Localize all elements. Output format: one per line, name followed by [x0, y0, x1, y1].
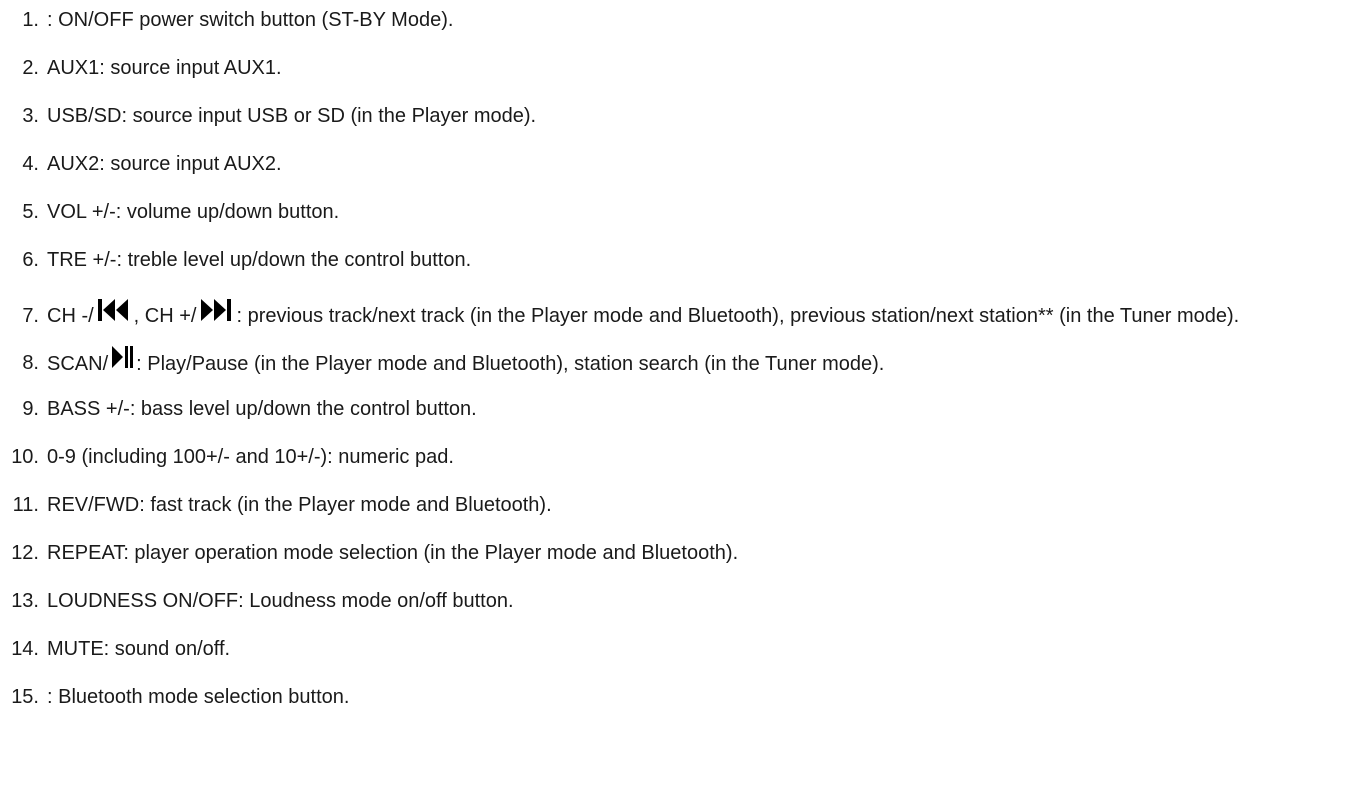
item-text-part: : Play/Pause (in the Player mode and Blu…	[136, 353, 885, 375]
item-number: 9.	[22, 398, 39, 420]
previous-track-icon	[96, 298, 132, 322]
item-text-part: , CH +/	[133, 305, 197, 327]
list-item: 14. MUTE: sound on/off.	[0, 635, 1348, 663]
item-text: : ON/OFF power switch button (ST-BY Mode…	[47, 9, 454, 31]
item-text: VOL +/-: volume up/down button.	[47, 201, 340, 223]
list-item: 13. LOUDNESS ON/OFF: Loudness mode on/of…	[0, 587, 1348, 615]
item-text: LOUDNESS ON/OFF: Loudness mode on/off bu…	[47, 590, 514, 612]
item-number: 11.	[12, 494, 39, 516]
item-number: 15.	[11, 686, 39, 708]
item-text: TRE +/-: treble level up/down the contro…	[47, 249, 472, 271]
item-text: AUX2: source input AUX2.	[47, 153, 282, 175]
item-text-part: CH -/	[47, 305, 94, 327]
item-text: : Bluetooth mode selection button.	[47, 686, 350, 708]
item-number: 5.	[22, 201, 39, 223]
key-function-list: 1. : ON/OFF power switch button (ST-BY M…	[0, 6, 1348, 731]
item-text: BASS +/-: bass level up/down the control…	[47, 398, 477, 420]
play-pause-icon	[110, 344, 134, 370]
item-number: 7.	[22, 305, 39, 327]
item-number: 14.	[11, 638, 39, 660]
item-number: 8.	[22, 352, 39, 374]
list-item: 12. REPEAT: player operation mode select…	[0, 539, 1348, 567]
list-item: 15. : Bluetooth mode selection button.	[0, 683, 1348, 711]
list-item: 8. SCAN/ : Play/Pause (in the Player mode…	[0, 344, 1348, 383]
item-number: 2.	[22, 57, 39, 79]
item-number: 1.	[22, 9, 39, 31]
item-text: 0-9 (including 100+/- and 10+/-): numeri…	[47, 446, 454, 468]
item-number: 6.	[22, 249, 39, 271]
item-text: USB/SD: source input USB or SD (in the P…	[47, 105, 537, 127]
list-item: 4. AUX2: source input AUX2.	[0, 150, 1348, 178]
item-number: 4.	[22, 153, 39, 175]
list-item: 3. USB/SD: source input USB or SD (in th…	[0, 102, 1348, 130]
item-text: AUX1: source input AUX1.	[47, 57, 282, 79]
list-item: 11. REV/FWD: fast track (in the Player m…	[0, 491, 1348, 519]
item-text: REPEAT: player operation mode selection …	[47, 542, 739, 564]
list-item: 1. : ON/OFF power switch button (ST-BY M…	[0, 6, 1348, 34]
item-text-part: : previous track/next track (in the Play…	[236, 305, 1240, 327]
list-item: 2. AUX1: source input AUX1.	[0, 54, 1348, 82]
item-number: 12.	[11, 542, 39, 564]
item-text: SCAN/ : Play/Pause (in the Player mode an…	[47, 344, 1338, 383]
item-number: 10.	[11, 446, 39, 468]
list-item: 10. 0-9 (including 100+/- and 10+/-): nu…	[0, 443, 1348, 471]
list-item: 9. BASS +/-: bass level up/down the cont…	[0, 395, 1348, 423]
item-number: 3.	[22, 105, 39, 127]
item-text: CH -/ , CH +/ : previous track/next track …	[47, 294, 1338, 338]
list-item: 5. VOL +/-: volume up/down button.	[0, 198, 1348, 226]
list-item: 7. CH -/ , CH +/ : previous track/next tra…	[0, 294, 1348, 338]
item-number: 13.	[11, 590, 39, 612]
item-text: MUTE: sound on/off.	[47, 638, 231, 660]
item-text: REV/FWD: fast track (in the Player mode …	[47, 494, 552, 516]
item-text-part: SCAN/	[47, 353, 109, 375]
remote-control-key-list-page: 1. : ON/OFF power switch button (ST-BY M…	[0, 0, 1348, 785]
list-item: 6. TRE +/-: treble level up/down the con…	[0, 246, 1348, 274]
next-track-icon	[198, 298, 234, 322]
